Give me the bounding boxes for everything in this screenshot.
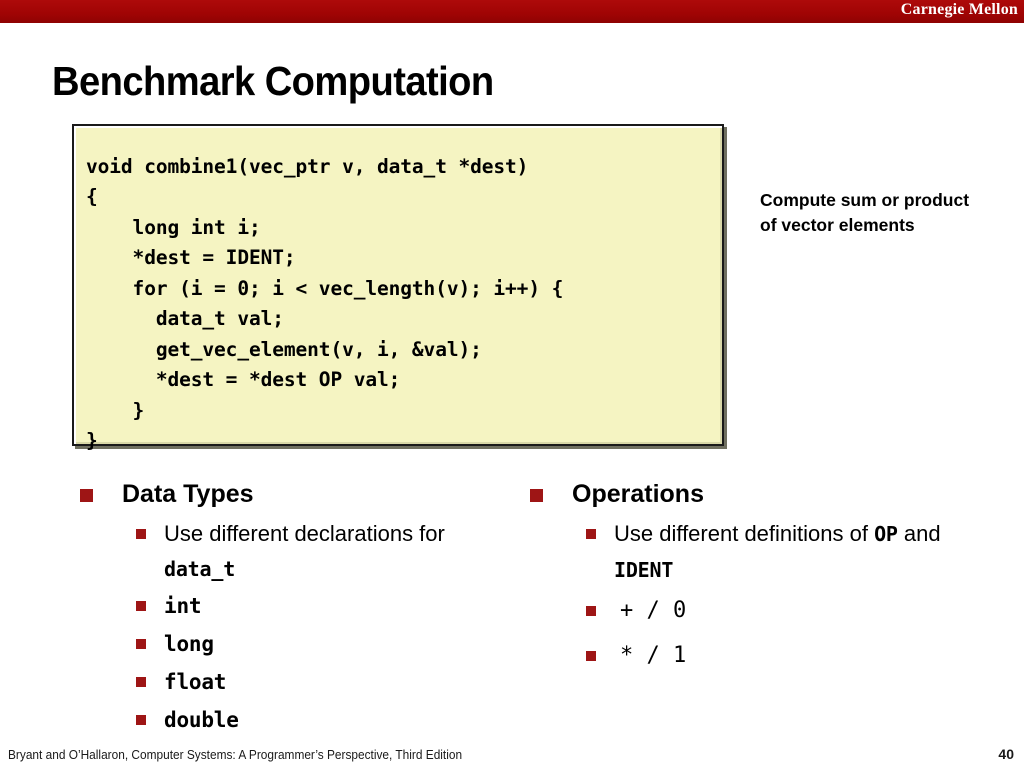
list-item-code: + / 0 [620, 598, 687, 623]
square-bullet-icon [136, 715, 146, 725]
square-bullet-icon [80, 489, 93, 502]
list-item: long [78, 626, 518, 663]
list-item: + / 0 [528, 589, 968, 633]
square-bullet-icon [586, 529, 596, 539]
list-item: float [78, 664, 518, 701]
bullet-heading-label: Operations [572, 480, 704, 508]
list-item: Use different declarations for data_t [78, 516, 518, 587]
list-item-code: * / 1 [620, 643, 687, 668]
code-block: void combine1(vec_ptr v, data_t *dest) {… [72, 124, 724, 452]
list-item: Use different definitions of OP and IDEN… [528, 516, 968, 588]
bullet-heading-label: Data Types [122, 480, 254, 508]
square-bullet-icon [530, 489, 543, 502]
list-item-code: double [164, 708, 239, 732]
bullet-column-left: Data Types Use different declarations fo… [78, 478, 518, 740]
square-bullet-icon [586, 606, 596, 616]
page-title: Benchmark Computation [52, 58, 494, 104]
side-note: Compute sum or product of vector element… [760, 190, 970, 235]
square-bullet-icon [136, 529, 146, 539]
list-item-code: float [164, 670, 227, 694]
square-bullet-icon [136, 677, 146, 687]
page-number: 40 [998, 746, 1014, 762]
list-item-text: Use different definitions of [614, 521, 875, 546]
list-item-text-middle: and [897, 521, 941, 546]
top-banner: Carnegie Mellon [0, 0, 1024, 23]
list-item-code: int [164, 594, 202, 618]
list-item-code: OP [874, 522, 898, 546]
bullet-heading-operations: Operations [528, 478, 968, 510]
list-item-code: data_t [164, 557, 236, 581]
code-listing: void combine1(vec_ptr v, data_t *dest) {… [86, 154, 564, 453]
square-bullet-icon [136, 601, 146, 611]
institution-label: Carnegie Mellon [900, 1, 1018, 18]
list-item-code-2: IDENT [614, 558, 674, 582]
list-item: * / 1 [528, 634, 968, 678]
list-item: double [78, 702, 518, 739]
bullet-heading-data-types: Data Types [78, 478, 518, 510]
bullet-column-right: Operations Use different definitions of … [528, 478, 968, 679]
square-bullet-icon [586, 651, 596, 661]
list-item: int [78, 588, 518, 625]
footer-citation: Bryant and O’Hallaron, Computer Systems:… [8, 748, 463, 762]
list-item-code: long [164, 632, 214, 656]
square-bullet-icon [136, 639, 146, 649]
list-item-text: Use different declarations for [164, 521, 445, 546]
